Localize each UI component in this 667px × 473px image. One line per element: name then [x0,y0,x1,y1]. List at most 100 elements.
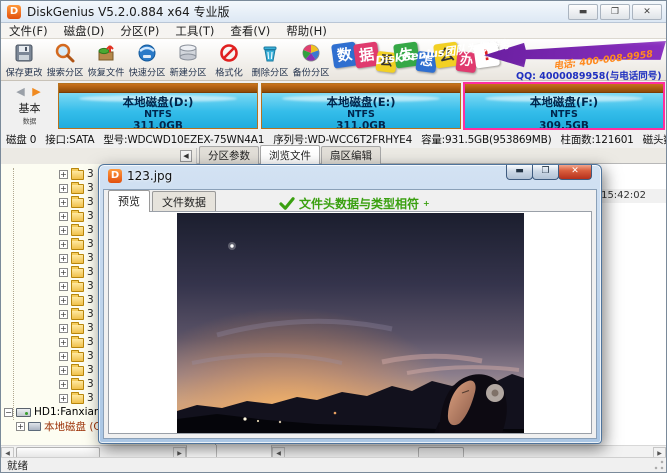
folder-icon [71,195,84,208]
quick-partition-button[interactable]: 快速分区 [126,39,167,81]
view-tab-row: ◀ 分区参数 浏览文件 扇区编辑 [1,145,666,164]
expand-icon[interactable]: + [59,379,68,389]
expand-icon[interactable]: + [16,421,25,431]
disk-capacity: 容量:931.5GB(953869MB) [421,134,552,146]
menu-partition[interactable]: 分区(P) [112,22,167,40]
folder-icon [71,349,84,362]
quick-partition-icon [138,44,155,61]
new-partition-button[interactable]: 新建分区 [167,39,208,81]
dialog-close-button[interactable]: ✕ [558,165,592,180]
expand-icon[interactable]: + [59,393,68,403]
magnifier-icon [55,43,74,62]
status-ready-text: 就绪 [7,459,28,472]
search-partition-button[interactable]: 搜索分区 [44,39,85,81]
maximize-button[interactable]: ❐ [600,4,630,20]
window-title: DiskGenius V5.2.0.884 x64 专业版 [27,5,230,19]
next-disk-arrow[interactable]: ▶ [32,85,42,98]
volume-icon [28,421,41,431]
partition-block-f[interactable]: 本地磁盘(F:) NTFS 309.5GB [463,82,665,130]
expand-icon[interactable]: + [59,211,68,221]
status-mark: + [423,199,430,208]
expand-icon[interactable]: + [59,365,68,375]
tab-sector-edit[interactable]: 扇区编辑 [321,146,381,164]
recover-files-button[interactable]: 恢复文件 [85,39,126,81]
prev-disk-arrow[interactable]: ◀ [16,85,26,98]
hard-disk-icon [16,407,31,417]
partition-block-d[interactable]: 本地磁盘(D:) NTFS 311.0GB [58,83,258,129]
folder-name-fragment: 3 [87,336,94,348]
expand-icon[interactable]: + [59,239,68,249]
backup-partition-button[interactable]: 备份分区 [290,39,331,81]
folder-icon [71,377,84,390]
promo-banner[interactable]: 数 据 丢 失 怎 么 办 ! DiskGenius团队为您服务 电话: 400… [331,38,666,82]
folder-name-fragment: 3 [87,364,94,376]
dialog-minimize-button[interactable]: ▬ [506,165,533,180]
preview-dialog[interactable]: D 123.jpg ▬ ❐ ✕ 预览 文件数据 文件头数据与类型相符 + [98,164,602,444]
menu-tools[interactable]: 工具(T) [167,22,222,40]
expand-icon[interactable]: + [59,281,68,291]
partition-size: 309.5GB [539,120,589,129]
expand-icon[interactable]: + [59,225,68,235]
disk-graph-panel: ◀ ▶ 基本 数据 本地磁盘(D:) NTFS 311.0GB 本地磁盘(E:)… [1,81,666,131]
folder-icon [71,251,84,264]
menu-help[interactable]: 帮助(H) [278,22,335,40]
partition-size: 311.0GB [336,120,386,129]
close-button[interactable]: ✕ [632,4,662,20]
folder-name-fragment: 3 [87,350,94,362]
menu-disk[interactable]: 磁盘(D) [56,22,113,40]
expand-icon[interactable]: + [59,351,68,361]
dialog-title-bar[interactable]: D 123.jpg [108,169,172,183]
promo-qq-text: QQ: 4000089958(与电话同号) [516,71,662,82]
partition-header-band [465,84,663,93]
collapse-icon[interactable]: − [4,407,13,417]
dusk-photo [176,213,524,433]
resize-grip[interactable] [654,460,664,470]
dialog-maximize-button[interactable]: ❐ [532,165,559,180]
menu-view[interactable]: 查看(V) [222,22,278,40]
delete-partition-button[interactable]: 删除分区 [249,39,290,81]
expand-icon[interactable]: + [59,183,68,193]
folder-name-fragment: 3 [87,378,94,390]
trash-icon [263,46,276,61]
disk-interface: 接口:SATA [45,134,95,146]
minimize-button[interactable]: ▬ [568,4,598,20]
folder-name-fragment: 3 [87,294,94,306]
disk-navigator: ◀ ▶ 基本 数据 [1,81,58,131]
dialog-tab-preview[interactable]: 预览 [108,190,150,212]
expand-icon[interactable]: + [59,309,68,319]
disk-number: 磁盘 0 [6,134,37,146]
menu-bar: 文件(F) 磁盘(D) 分区(P) 工具(T) 查看(V) 帮助(H) [1,23,666,39]
menu-file[interactable]: 文件(F) [1,22,56,40]
folder-icon [71,391,84,404]
dialog-tab-filedata[interactable]: 文件数据 [152,191,216,212]
expand-icon[interactable]: + [59,169,68,179]
tab-browse-files[interactable]: 浏览文件 [260,145,320,164]
folder-icon [71,279,84,292]
expand-icon[interactable]: + [59,323,68,333]
dialog-title: 123.jpg [127,169,173,183]
folder-icon [71,237,84,250]
disk-model: 型号:WDCWD10EZEX-75WN4A1 [103,134,265,146]
title-bar[interactable]: D DiskGenius V5.2.0.884 x64 专业版 ▬ ❐ ✕ [1,1,666,23]
partition-name: 本地磁盘(D:) [122,95,194,109]
folder-icon [71,363,84,376]
tab-partition-params[interactable]: 分区参数 [199,146,259,164]
format-button[interactable]: 格式化 [208,39,249,81]
file-header-status: 文件头数据与类型相符 + [279,195,430,212]
folder-icon [71,335,84,348]
collapse-pane-button[interactable]: ◀ [180,150,192,162]
floppy-icon [15,44,32,61]
partition-filesystem: NTFS [144,109,172,120]
tree-guide-line [13,168,14,420]
expand-icon[interactable]: + [59,295,68,305]
expand-icon[interactable]: + [59,337,68,347]
expand-icon[interactable]: + [59,267,68,277]
save-changes-button[interactable]: 保存更改 [3,39,44,81]
expand-icon[interactable]: + [59,197,68,207]
folder-name-fragment: 3 [87,280,94,292]
expand-icon[interactable]: + [59,253,68,263]
disk-heads: 磁头数:255 [642,134,666,146]
partition-block-e[interactable]: 本地磁盘(E:) NTFS 311.0GB [261,83,461,129]
partition-name: 本地磁盘(F:) [529,95,599,109]
partition-size: 311.0GB [133,120,183,129]
